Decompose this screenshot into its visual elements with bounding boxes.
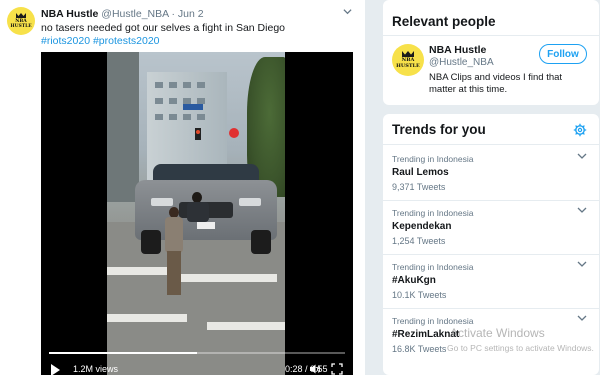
trend-item[interactable]: Trending in Indonesia Raul Lemos 9,371 T… bbox=[383, 146, 599, 200]
trend-name[interactable]: Kependekan bbox=[392, 221, 451, 232]
trend-item[interactable]: Trending in Indonesia Kependekan 1,254 T… bbox=[383, 200, 599, 254]
gear-icon[interactable] bbox=[573, 123, 587, 137]
relevant-people-title: Relevant people bbox=[392, 14, 496, 29]
trend-count: 1,254 Tweets bbox=[392, 236, 446, 246]
tweet-body: no tasers needed got our selves a fight … bbox=[41, 22, 285, 34]
activation-watermark: Activate Windows bbox=[450, 326, 545, 340]
scene-sign bbox=[229, 128, 239, 138]
video-progress-bar[interactable] bbox=[49, 352, 345, 354]
header-separator: · bbox=[171, 8, 176, 20]
avatar-logo-text: NBA HUSTLE bbox=[10, 19, 31, 29]
trend-count: 9,371 Tweets bbox=[392, 182, 446, 192]
trends-title: Trends for you bbox=[392, 122, 486, 137]
trend-name[interactable]: #AkuKgn bbox=[392, 275, 436, 286]
chevron-down-icon[interactable] bbox=[577, 206, 587, 214]
avatar-logo-text: NBA HUSTLE bbox=[396, 57, 420, 69]
avatar-logo-line2: HUSTLE bbox=[396, 62, 420, 69]
relevant-people-panel: Relevant people NBA HUSTLE NBA Hustle @H… bbox=[383, 0, 599, 105]
panel-divider bbox=[383, 144, 599, 145]
trend-name[interactable]: Raul Lemos bbox=[392, 167, 449, 178]
author-name[interactable]: NBA Hustle bbox=[41, 8, 98, 20]
scene-traffic-signal bbox=[195, 128, 201, 140]
author-handle[interactable]: @Hustle_NBA bbox=[101, 8, 168, 20]
follow-button[interactable]: Follow bbox=[539, 44, 587, 64]
trend-context: Trending in Indonesia bbox=[392, 154, 474, 164]
play-icon[interactable] bbox=[51, 364, 60, 375]
tweet-header: NBA Hustle @Hustle_NBA · Jun 2 bbox=[41, 8, 204, 20]
panel-divider bbox=[383, 35, 599, 36]
trend-item[interactable]: Trending in Indonesia #AkuKgn 10.1K Twee… bbox=[383, 254, 599, 308]
chevron-down-icon[interactable] bbox=[343, 7, 352, 16]
scene-street-sign bbox=[183, 104, 203, 110]
crown-icon bbox=[16, 13, 26, 18]
trend-count: 10.1K Tweets bbox=[392, 290, 447, 300]
video-frame bbox=[107, 52, 285, 375]
crown-icon bbox=[402, 51, 414, 57]
scene-person bbox=[187, 192, 209, 222]
avatar-logo-line2: HUSTLE bbox=[10, 24, 32, 29]
chevron-down-icon[interactable] bbox=[577, 314, 587, 322]
relevant-person-name[interactable]: NBA Hustle bbox=[429, 44, 486, 56]
trend-context: Trending in Indonesia bbox=[392, 208, 474, 218]
video-views: 1.2M views bbox=[73, 364, 119, 374]
tweet-text: no tasers needed got our selves a fight … bbox=[41, 22, 351, 48]
scene-person bbox=[163, 207, 185, 297]
relevant-person-avatar[interactable]: NBA HUSTLE bbox=[392, 44, 424, 76]
video-player[interactable]: 1.2M views 0:28 / 0:55 bbox=[41, 52, 353, 375]
chevron-down-icon[interactable] bbox=[577, 152, 587, 160]
trend-context: Trending in Indonesia bbox=[392, 262, 474, 272]
tweet-date[interactable]: Jun 2 bbox=[178, 8, 204, 20]
video-progress-fill bbox=[49, 352, 197, 354]
chevron-down-icon[interactable] bbox=[577, 260, 587, 268]
relevant-person-bio: NBA Clips and videos I find that matter … bbox=[429, 72, 563, 95]
video-time: 0:28 / 0:55 bbox=[285, 364, 328, 374]
activation-watermark-subtext: Go to PC settings to activate Windows. bbox=[447, 343, 594, 353]
fullscreen-icon[interactable] bbox=[331, 363, 343, 375]
volume-icon[interactable] bbox=[309, 363, 321, 375]
tweet-column: NBA HUSTLE NBA Hustle @Hustle_NBA · Jun … bbox=[0, 0, 366, 375]
trend-count: 16.8K Tweets bbox=[392, 344, 447, 354]
tweet-hashtags[interactable]: #riots2020 #protests2020 bbox=[41, 35, 351, 48]
relevant-person-handle[interactable]: @Hustle_NBA bbox=[429, 57, 494, 68]
trend-context: Trending in Indonesia bbox=[392, 316, 474, 326]
author-avatar[interactable]: NBA HUSTLE bbox=[7, 7, 35, 35]
